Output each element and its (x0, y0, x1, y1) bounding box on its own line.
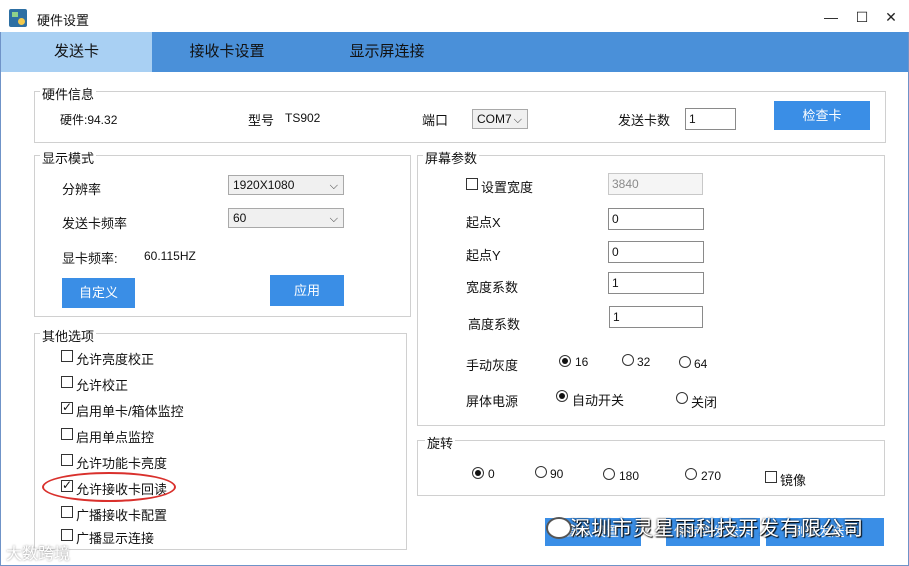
power-auto-radio[interactable] (556, 390, 568, 402)
checkbox[interactable] (61, 376, 73, 388)
screen-power-label: 屏体电源 (466, 394, 519, 409)
set-width-checkbox[interactable] (466, 178, 478, 190)
resolution-label: 分辨率 (62, 182, 102, 197)
rotation-0-label: 0 (488, 467, 495, 481)
corner-watermark: 大数跨境 (6, 546, 71, 563)
rotation-90-label: 90 (550, 467, 564, 481)
start-y-input[interactable]: 0 (608, 241, 704, 263)
chevron-down-icon: ⌵ (329, 213, 338, 225)
start-y-label: 起点Y (466, 248, 501, 263)
gray-16-label: 16 (575, 355, 589, 369)
chevron-down-icon: ⌵ (513, 114, 522, 126)
option-label: 广播接收卡配置 (76, 508, 168, 523)
mirror-label: 镜像 (780, 473, 807, 488)
close-button[interactable]: ✕ (879, 8, 903, 26)
width-coefficient-label: 宽度系数 (466, 280, 519, 295)
resolution-select[interactable]: 1920X1080 ⌵ (228, 175, 344, 195)
rotation-180-label: 180 (619, 469, 640, 483)
frequency-select[interactable]: 60 ⌵ (228, 208, 344, 228)
gray-64-radio[interactable] (679, 356, 691, 368)
app-icon (9, 9, 27, 27)
port-select[interactable]: COM7 ⌵ (472, 109, 528, 129)
rotation-270-radio[interactable] (685, 468, 697, 480)
checkbox-checked[interactable] (61, 400, 73, 414)
checkbox[interactable] (61, 350, 73, 362)
height-coefficient-label: 高度系数 (468, 317, 521, 332)
frequency-value: 60 (233, 211, 247, 225)
display-mode-legend: 显示模式 (40, 148, 97, 167)
rotation-90-radio[interactable] (535, 466, 547, 478)
rotation-180-radio[interactable] (603, 468, 615, 480)
wechat-icon (546, 517, 572, 539)
frequency-label: 发送卡频率 (62, 216, 128, 231)
model-value: TS902 (285, 111, 321, 125)
port-value: COM7 (477, 112, 512, 126)
card-count-input[interactable]: 1 (685, 108, 736, 130)
tab-sending-card[interactable]: 发送卡 (1, 32, 152, 72)
option-label: 启用单卡/箱体监控 (76, 404, 184, 419)
apply-button[interactable]: 应用 (270, 275, 344, 306)
check-card-button[interactable]: 检查卡 (774, 101, 870, 130)
set-width-label: 设置宽度 (481, 180, 534, 195)
option-label: 广播显示连接 (76, 531, 155, 546)
gpu-frequency-label: 显卡频率: (62, 251, 118, 266)
gray-32-radio[interactable] (622, 354, 634, 366)
company-watermark: 深圳市灵星雨科技开发有限公司 (570, 518, 864, 540)
start-x-label: 起点X (466, 215, 501, 230)
gpu-frequency-value: 60.115HZ (144, 249, 196, 263)
card-count-label: 发送卡数 (618, 113, 671, 128)
hardware-info-legend: 硬件信息 (40, 84, 97, 103)
option-label: 启用单点监控 (76, 430, 155, 445)
tab-receiving-card[interactable]: 接收卡设置 (152, 32, 302, 72)
checkbox[interactable] (61, 454, 73, 466)
gray-32-label: 32 (637, 355, 651, 369)
port-label: 端口 (422, 113, 449, 128)
highlight-oval (42, 472, 176, 502)
chevron-down-icon: ⌵ (329, 180, 338, 192)
manual-gray-label: 手动灰度 (466, 358, 519, 373)
title-bar (0, 0, 909, 32)
width-coefficient-input[interactable]: 1 (608, 272, 704, 294)
tab-screen-connection[interactable]: 显示屏连接 (302, 32, 472, 72)
custom-button[interactable]: 自定义 (62, 278, 135, 308)
minimize-button[interactable]: — (819, 8, 843, 26)
start-x-input[interactable]: 0 (608, 208, 704, 230)
option-label: 允许功能卡亮度 (76, 456, 168, 471)
gray-16-radio[interactable] (559, 355, 571, 367)
option-label: 允许亮度校正 (76, 352, 155, 367)
other-options-legend: 其他选项 (40, 326, 97, 345)
power-off-radio[interactable] (676, 392, 688, 404)
rotation-0-radio[interactable] (472, 467, 484, 479)
model-label: 型号 (248, 113, 275, 128)
gray-64-label: 64 (694, 357, 708, 371)
power-auto-label: 自动开关 (572, 393, 625, 408)
height-coefficient-input[interactable]: 1 (609, 306, 703, 328)
option-label: 允许校正 (76, 378, 129, 393)
screen-params-legend: 屏幕参数 (423, 148, 480, 167)
rotation-legend: 旋转 (425, 433, 456, 452)
mirror-checkbox[interactable] (765, 471, 777, 483)
maximize-button[interactable]: ☐ (850, 8, 874, 26)
width-input[interactable]: 3840 (608, 173, 703, 195)
hardware-version: 硬件:94.32 (60, 113, 118, 127)
power-off-label: 关闭 (691, 395, 718, 410)
rotation-270-label: 270 (701, 469, 722, 483)
window-title: 硬件设置 (37, 13, 90, 28)
checkbox[interactable] (61, 428, 73, 440)
resolution-value: 1920X1080 (233, 178, 295, 192)
checkbox[interactable] (61, 506, 73, 518)
hardware-info-group (34, 91, 886, 143)
